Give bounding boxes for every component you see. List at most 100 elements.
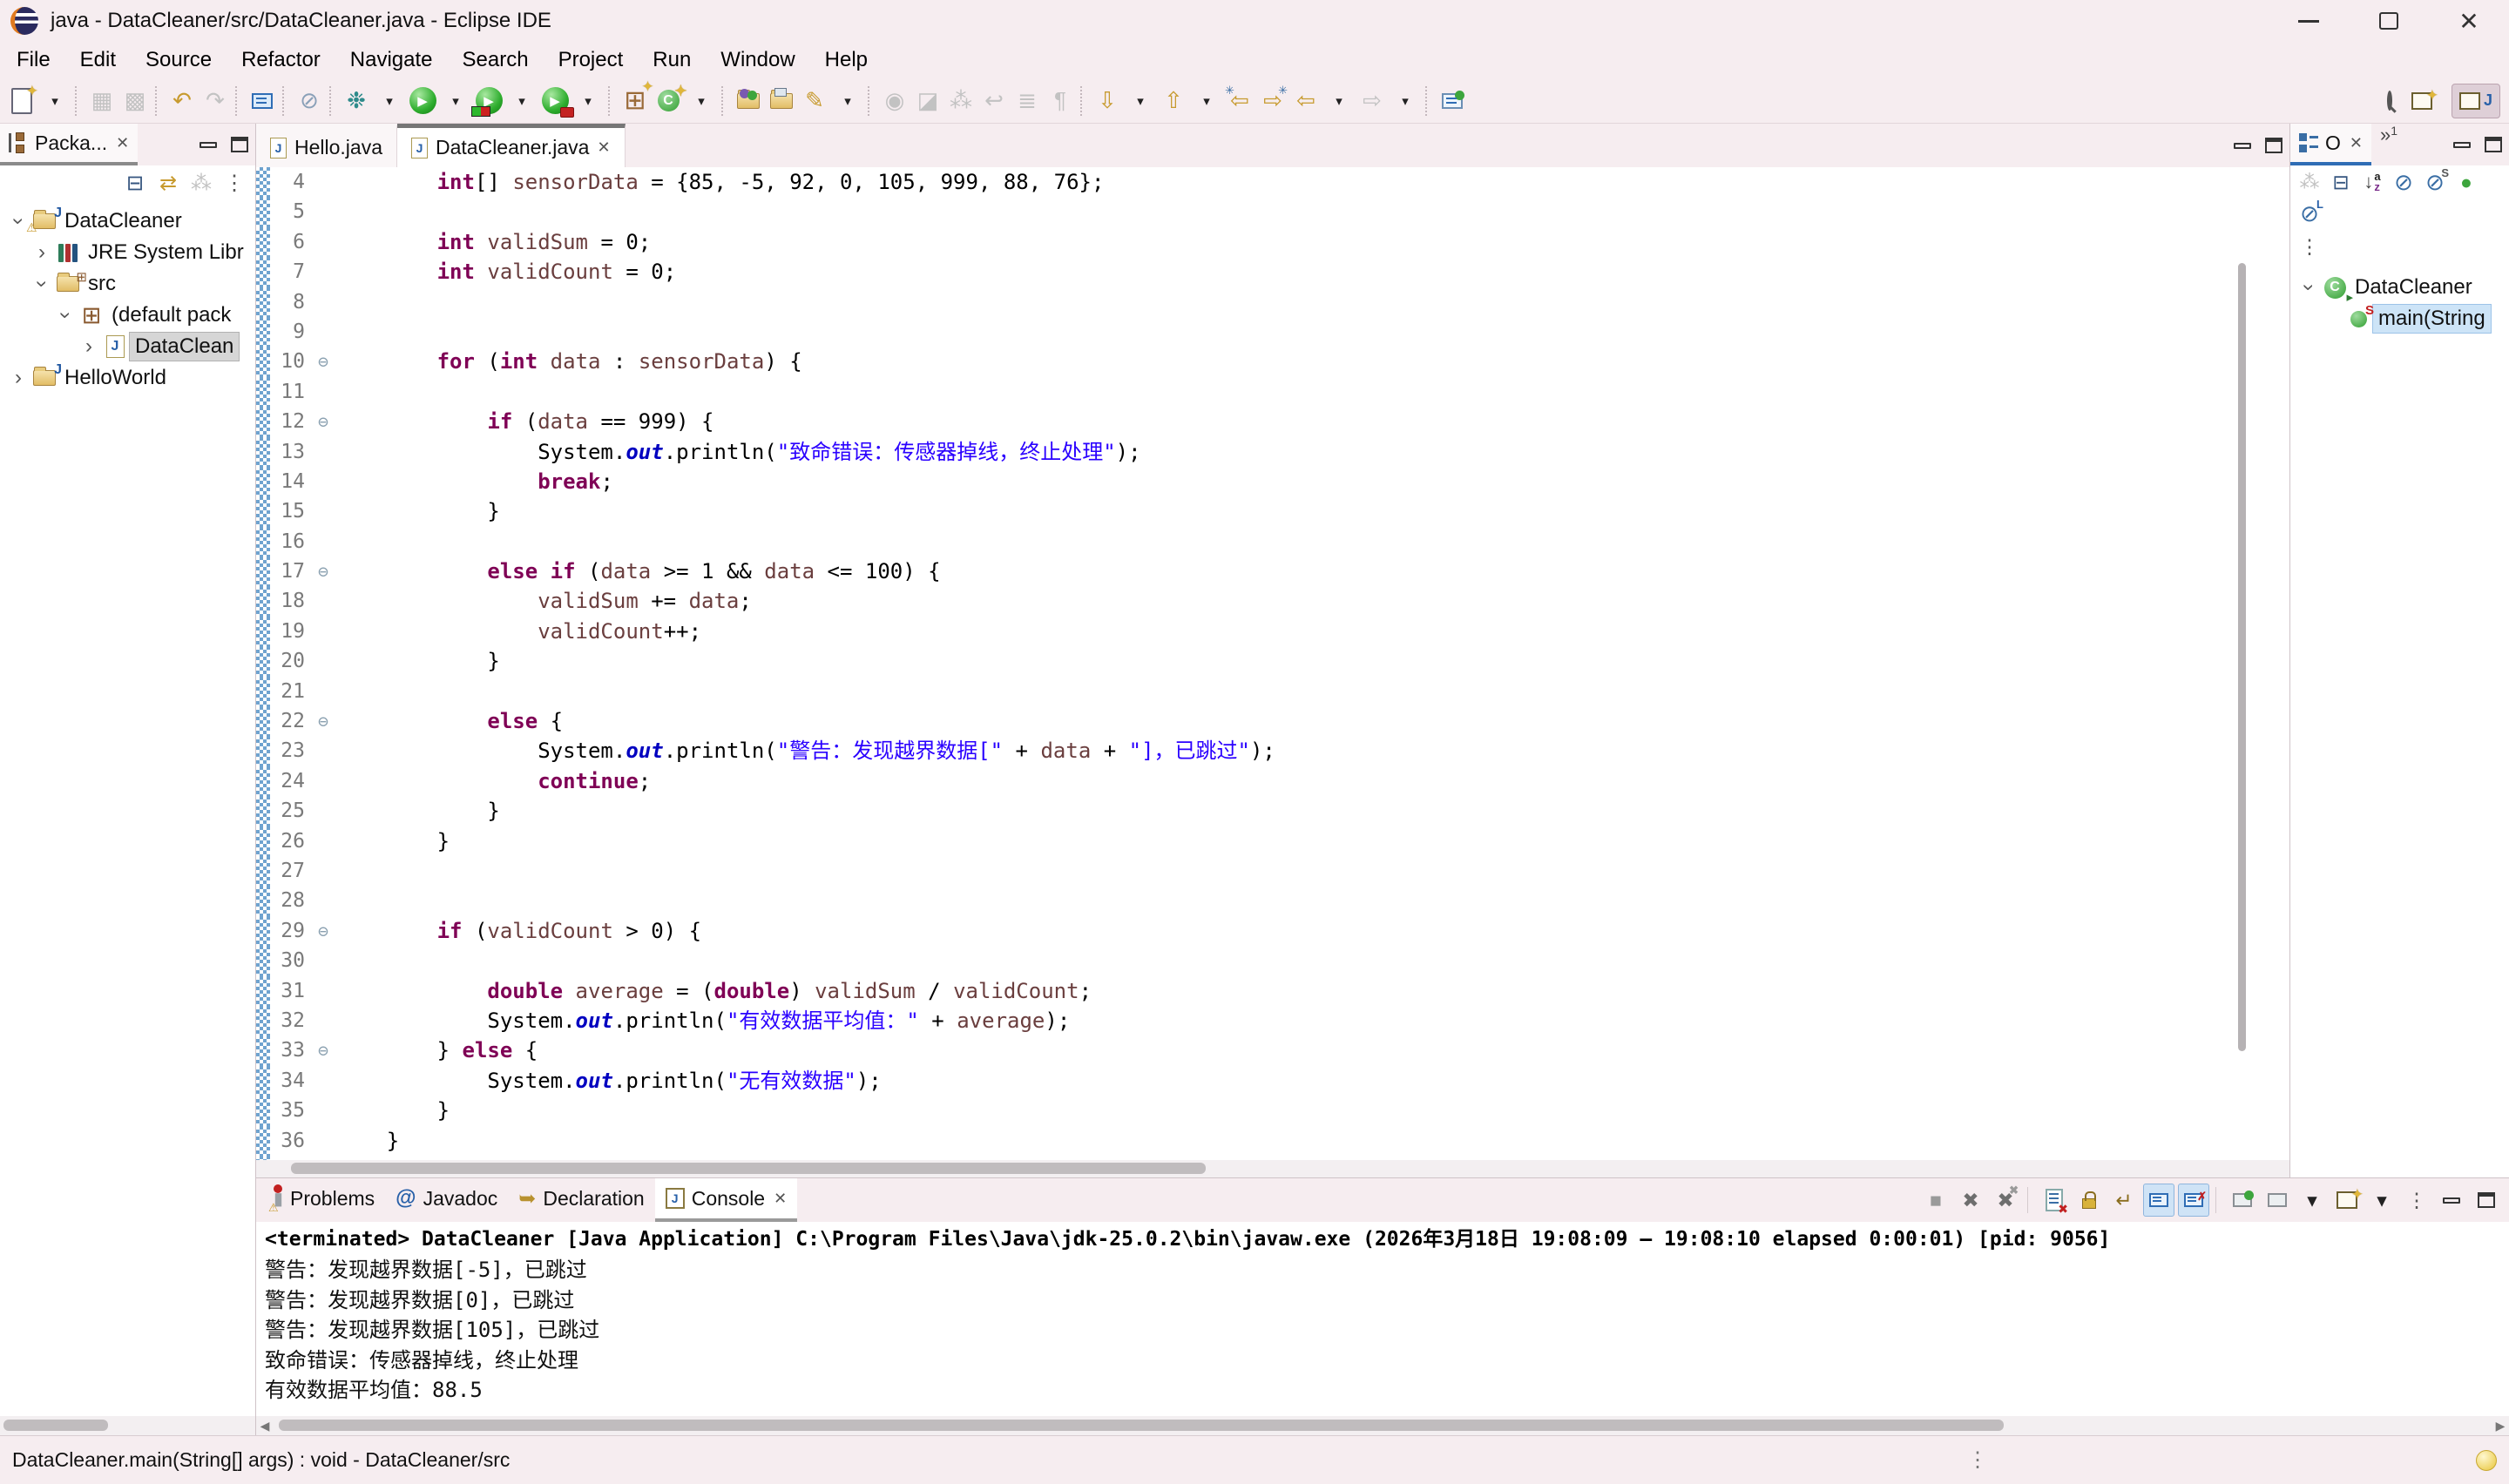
tab-console[interactable]: JConsole✕ [655, 1178, 797, 1222]
redo-button[interactable]: ↷ [199, 84, 232, 118]
code-line-19[interactable]: 19 validCount++; [256, 617, 2289, 646]
code-line-36[interactable]: 36 } [256, 1126, 2289, 1156]
display-selected-console-button[interactable] [2262, 1184, 2293, 1217]
link-with-editor-button[interactable]: ⇄ [154, 171, 182, 196]
next-annotation-dropdown[interactable]: ▾ [1124, 84, 1157, 118]
window-maximize-button[interactable] [2349, 0, 2429, 42]
debug-dropdown[interactable]: ▾ [373, 84, 406, 118]
coverage-dropdown[interactable]: ▾ [505, 84, 538, 118]
focus-button[interactable]: ⁂ [187, 171, 215, 196]
new-java-project-button[interactable]: ⊞✦ [619, 84, 652, 118]
code-line-15[interactable]: 15 } [256, 496, 2289, 526]
code-line-7[interactable]: 7 int validCount = 0; [256, 257, 2289, 287]
display-console-dropdown[interactable]: ▾ [2296, 1184, 2328, 1217]
tree-item-datacleaner[interactable]: ›C▸DataCleaner [2290, 272, 2509, 303]
menu-edit[interactable]: Edit [65, 48, 131, 72]
sort-button[interactable]: ↓az [2357, 167, 2388, 197]
code-line-6[interactable]: 6 int validSum = 0; [256, 227, 2289, 257]
format-button[interactable]: ↩ [977, 84, 1011, 118]
run-dropdown[interactable]: ▾ [439, 84, 472, 118]
structure-button[interactable]: ≣ [1011, 84, 1044, 118]
external-tools-button[interactable]: ▶ [538, 84, 571, 118]
scroll-right-icon[interactable]: ▶ [2492, 1419, 2509, 1433]
next-annotation-button[interactable]: ⇩ [1091, 84, 1124, 118]
code-line-12[interactable]: 12⊖ if (data == 999) { [256, 407, 2289, 436]
new-java-class-dropdown[interactable]: ▾ [685, 84, 718, 118]
coverage-button[interactable]: ▶ [472, 84, 505, 118]
open-perspective-button[interactable]: ✦ [2404, 84, 2439, 118]
back-button[interactable]: ⇦ [1289, 84, 1322, 118]
console-output[interactable]: 警告：发现越界数据[-5]，已跳过警告：发现越界数据[0]，已跳过警告：发现越界… [256, 1251, 2509, 1416]
tree-item-jre-system-libr[interactable]: ›JRE System Libr [0, 237, 255, 268]
menu-window[interactable]: Window [706, 48, 809, 72]
view-menu-button[interactable]: ⋮ [220, 171, 248, 196]
tree-item-datacleaner[interactable]: ›J⚠DataCleaner [0, 206, 255, 237]
fold-collapse-icon[interactable]: ⊖ [310, 556, 336, 586]
code-line-24[interactable]: 24 continue; [256, 766, 2289, 796]
package-explorer-hscrollbar[interactable] [0, 1416, 255, 1435]
tab-outline[interactable]: O ✕ [2290, 124, 2371, 165]
code-line-33[interactable]: 33⊖ } else { [256, 1035, 2289, 1065]
menu-refactor[interactable]: Refactor [227, 48, 335, 72]
mark-occurrences-button[interactable]: ⊘ [293, 84, 326, 118]
menu-navigate[interactable]: Navigate [335, 48, 448, 72]
record-button[interactable]: ◉ [878, 84, 911, 118]
code-line-31[interactable]: 31 double average = (double) validSum / … [256, 976, 2289, 1006]
menu-project[interactable]: Project [544, 48, 639, 72]
fold-collapse-icon[interactable]: ⊖ [310, 347, 336, 376]
remove-all-terminated-button[interactable]: ✖✖ [1990, 1184, 2021, 1217]
scroll-left-icon[interactable]: ◀ [256, 1419, 274, 1433]
close-icon[interactable]: ✕ [774, 1190, 787, 1208]
minimize-editor-button[interactable] [2227, 124, 2258, 167]
annotate-dropdown[interactable]: ▾ [831, 84, 864, 118]
maximize-editor-button[interactable] [2258, 124, 2289, 167]
remove-launch-button[interactable]: ✖ [1955, 1184, 1986, 1217]
view-menu-button[interactable]: ⋮ [2294, 232, 2325, 261]
status-overflow-icon[interactable]: ⋮ [1967, 1447, 1988, 1473]
tree-item-helloworld[interactable]: ›JHelloWorld [0, 362, 255, 394]
pin-editor-button[interactable] [1436, 84, 1469, 118]
undo-button[interactable]: ↶ [166, 84, 199, 118]
code-line-27[interactable]: 27 [256, 856, 2289, 886]
code-line-18[interactable]: 18 validSum += data; [256, 586, 2289, 616]
save-all-button[interactable]: ▩ [118, 84, 152, 118]
menu-help[interactable]: Help [810, 48, 883, 72]
java-perspective-button[interactable]: J [2452, 84, 2500, 118]
code-line-28[interactable]: 28 [256, 886, 2289, 915]
tree-item-dataclean[interactable]: ›JDataClean [0, 331, 255, 362]
save-button[interactable]: ▦ [85, 84, 118, 118]
code-line-26[interactable]: 26 } [256, 826, 2289, 856]
close-icon[interactable]: ✕ [597, 138, 610, 157]
minimize-view-button[interactable] [2446, 124, 2478, 165]
fold-collapse-icon[interactable]: ⊖ [310, 407, 336, 436]
code-line-13[interactable]: 13 System.out.println("致命错误：传感器掉线，终止处理")… [256, 437, 2289, 467]
code-line-23[interactable]: 23 System.out.println("警告：发现越界数据[" + dat… [256, 736, 2289, 766]
forward-dropdown[interactable]: ▾ [1389, 84, 1422, 118]
minimize-view-button[interactable] [2436, 1184, 2467, 1217]
clear-console-button[interactable] [2039, 1184, 2070, 1217]
annotate-button[interactable]: ✎ [798, 84, 831, 118]
close-icon[interactable]: ✕ [116, 134, 129, 152]
code-line-34[interactable]: 34 System.out.println("无有效数据"); [256, 1066, 2289, 1096]
open-console-button[interactable]: ✦ [2331, 1184, 2363, 1217]
open-task-button[interactable] [765, 84, 798, 118]
new-wizard-dropdown[interactable]: ▾ [38, 84, 71, 118]
view-menu-button[interactable]: ⋮ [2401, 1184, 2432, 1217]
run-button[interactable]: ▶ [406, 84, 439, 118]
code-line-35[interactable]: 35 } [256, 1096, 2289, 1125]
fold-collapse-icon[interactable]: ⊖ [310, 1035, 336, 1065]
hide-non-public-button[interactable]: ● [2451, 167, 2482, 197]
code-line-30[interactable]: 30 [256, 946, 2289, 975]
tree-item-default-pack[interactable]: ›⊞(default pack [0, 300, 255, 331]
menu-source[interactable]: Source [131, 48, 227, 72]
collapse-all-button[interactable]: ⊟ [2325, 167, 2357, 197]
tab-package-explorer[interactable]: Packa... ✕ [0, 124, 138, 165]
show-whitespace-button[interactable]: ¶ [1044, 84, 1077, 118]
window-close-button[interactable]: ✕ [2429, 0, 2509, 42]
maximize-view-button[interactable] [224, 124, 255, 165]
open-type-button[interactable] [732, 84, 765, 118]
close-icon[interactable]: ✕ [2350, 134, 2363, 152]
editor-tab-datacleaner-java[interactable]: JDataCleaner.java✕ [397, 124, 626, 167]
pin-console-button[interactable] [2227, 1184, 2258, 1217]
menu-file[interactable]: File [2, 48, 65, 72]
